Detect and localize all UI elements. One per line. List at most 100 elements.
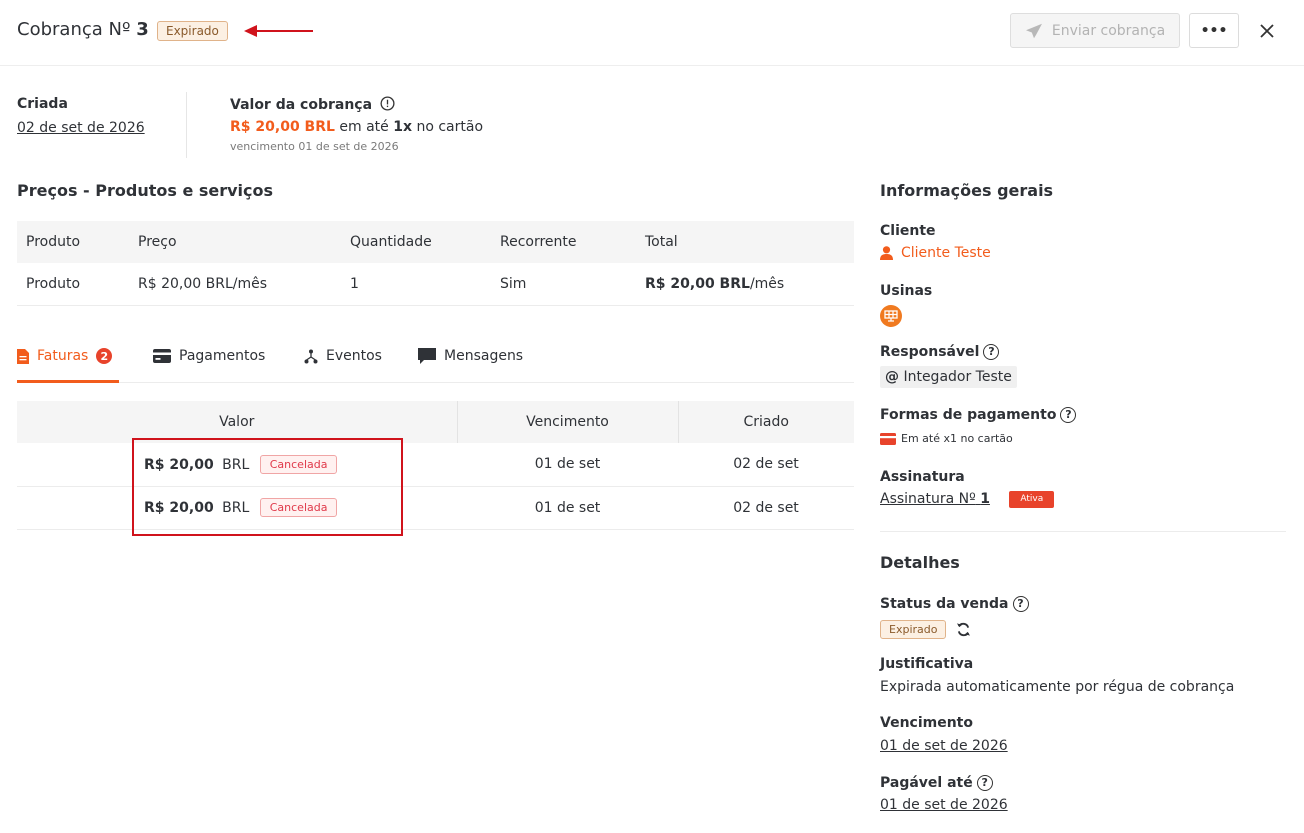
total-suffix: /mês xyxy=(749,275,785,292)
send-charge-label: Enviar cobrança xyxy=(1051,22,1166,39)
tab-eventos[interactable]: Eventos xyxy=(304,348,382,364)
sale-status-label: Status da venda? xyxy=(880,596,1029,612)
prices-header-row: Produto Preço Quantidade Recorrente Tota… xyxy=(17,221,854,263)
invoices-header-row: Valor Vencimento Criado xyxy=(17,401,854,443)
plants-label: Usinas xyxy=(880,283,933,299)
prices-title: Preços - Produtos e serviços xyxy=(17,181,274,200)
client-label: Cliente xyxy=(880,223,936,239)
cell-produto: Produto xyxy=(17,263,129,306)
justification-text: Expirada automaticamente por régua de co… xyxy=(880,679,1235,695)
status-badge: Expirado xyxy=(157,21,228,41)
general-info-title: Informações gerais xyxy=(880,181,1054,200)
cell-vencimento: 01 de set xyxy=(457,443,678,487)
sitemap-icon xyxy=(304,349,318,363)
tab-eventos-label: Eventos xyxy=(326,348,382,364)
total-value: R$ 20,00 BRL xyxy=(645,275,750,292)
tab-pagamentos-label: Pagamentos xyxy=(179,348,266,364)
more-options-button[interactable]: ••• xyxy=(1189,13,1239,48)
amount-value: R$ 20,00 BRL xyxy=(230,119,335,135)
payment-methods-label: Formas de pagamento? xyxy=(880,407,1077,423)
close-button[interactable] xyxy=(1254,18,1280,44)
solar-plant-icon[interactable] xyxy=(880,305,902,327)
sale-status-row: Expirado xyxy=(880,620,971,639)
created-date-link[interactable]: 02 de set de 2026 xyxy=(17,120,145,136)
cell-vencimento: 01 de set xyxy=(457,486,678,530)
amount-line: R$ 20,00 BRL em até 1x no cartão xyxy=(230,119,483,135)
col-header-criado: Criado xyxy=(678,401,854,443)
help-icon[interactable]: ? xyxy=(1012,596,1029,612)
tab-mensagens[interactable]: Mensagens xyxy=(418,348,523,364)
refresh-icon[interactable] xyxy=(956,622,971,637)
help-icon[interactable]: ? xyxy=(976,775,993,791)
responsible-label: Responsável? xyxy=(880,344,1000,360)
help-icon[interactable]: ? xyxy=(983,344,1000,360)
tab-pagamentos[interactable]: Pagamentos xyxy=(153,348,265,364)
col-header-quantidade: Quantidade xyxy=(341,221,491,263)
col-header-vencimento: Vencimento xyxy=(457,401,679,443)
document-icon xyxy=(17,348,29,364)
info-icon[interactable] xyxy=(380,96,395,111)
payment-methods-label-text: Formas de pagamento xyxy=(880,407,1057,423)
title-number: 3 xyxy=(136,19,149,40)
amount-label: Valor da cobrança xyxy=(230,96,483,113)
details-title: Detalhes xyxy=(880,553,960,572)
close-icon xyxy=(1260,24,1274,38)
tab-faturas-label: Faturas xyxy=(37,348,89,364)
cell-quantidade: 1 xyxy=(341,263,491,306)
amount-text-2: no cartão xyxy=(416,119,484,135)
solar-panel-icon xyxy=(884,310,898,322)
subscription-status-badge: Ativa xyxy=(1009,491,1055,508)
help-icon[interactable]: ? xyxy=(1060,407,1077,423)
client-link[interactable]: Cliente Teste xyxy=(880,245,991,261)
subscription-link-text: Assinatura Nº xyxy=(880,491,976,507)
created-label: Criada xyxy=(17,96,68,112)
payable-label-text: Pagável até xyxy=(880,775,973,791)
responsible-label-text: Responsável xyxy=(880,344,980,360)
col-header-preco: Preço xyxy=(129,221,341,263)
annotation-arrow-line xyxy=(256,30,313,32)
due-date-link[interactable]: 01 de set de 2026 xyxy=(880,738,1008,754)
send-charge-button[interactable]: Enviar cobrança xyxy=(1010,13,1180,48)
cell-recorrente: Sim xyxy=(491,263,636,306)
created-block: Criada 02 de set de 2026 xyxy=(17,96,145,136)
annotation-highlight-box xyxy=(132,438,403,536)
col-header-produto: Produto xyxy=(17,221,129,263)
prices-table: Produto Preço Quantidade Recorrente Tota… xyxy=(17,221,854,306)
cell-criado: 02 de set xyxy=(678,486,854,530)
at-icon: @ xyxy=(885,369,899,385)
summary-divider xyxy=(186,92,187,158)
amount-block: Valor da cobrança R$ 20,00 BRL em até 1x… xyxy=(230,96,483,153)
due-note: vencimento 01 de set de 2026 xyxy=(230,140,399,153)
col-header-total: Total xyxy=(636,221,854,263)
paper-plane-icon xyxy=(1025,23,1042,38)
chat-icon xyxy=(418,348,436,364)
sale-status-badge: Expirado xyxy=(880,620,947,639)
justification-label: Justificativa xyxy=(880,656,974,672)
page-title: Cobrança Nº 3 xyxy=(17,19,149,40)
faturas-count-badge: 2 xyxy=(96,348,113,364)
col-header-valor: Valor xyxy=(17,401,458,443)
page-header: Cobrança Nº 3 Expirado Enviar cobrança •… xyxy=(0,0,1304,66)
amount-installments: 1x xyxy=(393,119,413,135)
title-prefix: Cobrança Nº xyxy=(17,19,131,40)
amount-label-text: Valor da cobrança xyxy=(230,97,373,113)
cell-total: R$ 20,00 BRL/mês xyxy=(636,263,854,306)
payable-label: Pagável até? xyxy=(880,775,993,791)
more-icon: ••• xyxy=(1200,22,1228,39)
tab-faturas[interactable]: Faturas 2 xyxy=(17,348,113,364)
credit-card-icon xyxy=(880,432,896,445)
sidebar-divider xyxy=(880,531,1286,532)
user-icon xyxy=(880,246,893,260)
cell-preco: R$ 20,00 BRL/mês xyxy=(129,263,341,306)
cell-criado: 02 de set xyxy=(678,443,854,487)
table-row: Produto R$ 20,00 BRL/mês 1 Sim R$ 20,00 … xyxy=(17,263,854,306)
due-label: Vencimento xyxy=(880,715,973,731)
payment-method: Em até x1 no cartão xyxy=(880,432,1013,445)
tab-mensagens-label: Mensagens xyxy=(444,348,524,364)
subscription-label: Assinatura xyxy=(880,469,965,485)
subscription-row: Assinatura Nº 1 Ativa xyxy=(880,491,1055,508)
payable-date-link[interactable]: 01 de set de 2026 xyxy=(880,797,1008,813)
client-name: Cliente Teste xyxy=(901,245,991,261)
subscription-link[interactable]: Assinatura Nº 1 xyxy=(880,491,990,507)
tabs-bar: Faturas 2 Pagamentos Eventos Mensagens xyxy=(17,336,854,383)
